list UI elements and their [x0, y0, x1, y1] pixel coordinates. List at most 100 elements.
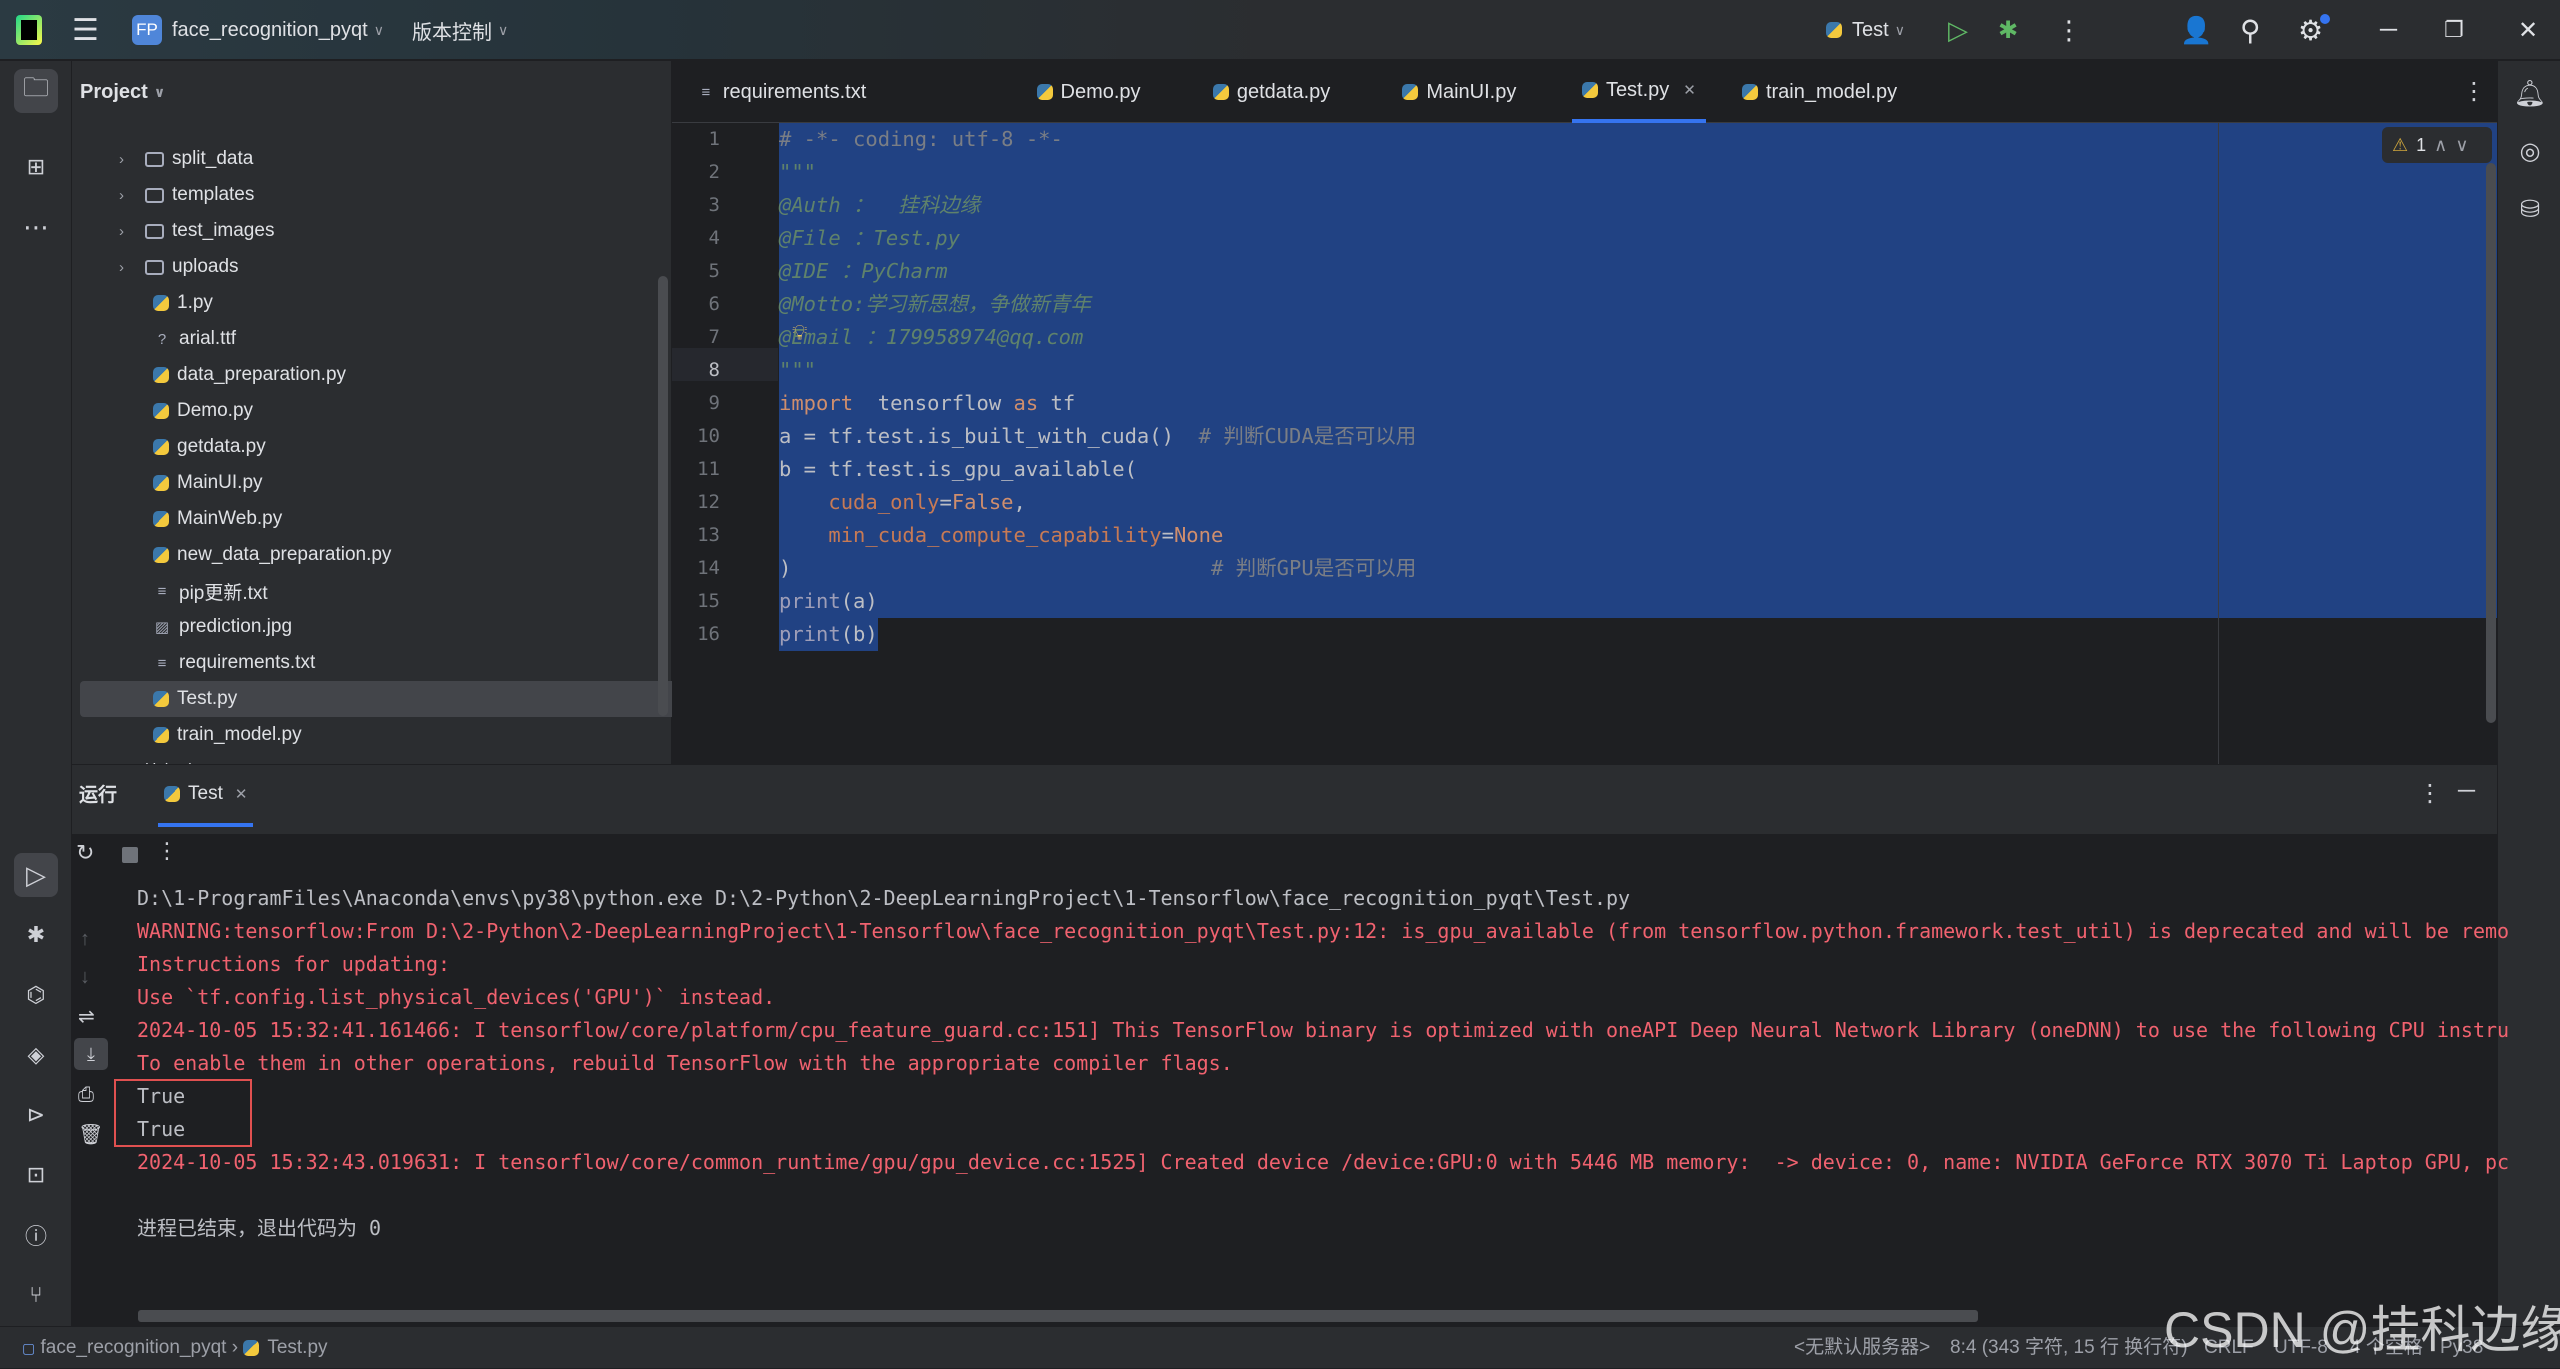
minimize-panel-icon[interactable]: ─: [2458, 777, 2475, 805]
minimize-button[interactable]: ─: [2380, 0, 2397, 60]
chevron-up-icon[interactable]: ∧: [2434, 135, 2447, 156]
terminal-icon[interactable]: ⊡: [14, 1153, 58, 1197]
arrow-up-icon[interactable]: ↑: [80, 928, 90, 951]
close-icon[interactable]: ✕: [235, 785, 248, 803]
inspection-widget[interactable]: ⚠ 1 ∧ ∨: [2382, 127, 2492, 163]
stop-icon[interactable]: [122, 847, 138, 863]
code-token: """: [779, 160, 817, 184]
tree-scrollbar[interactable]: [658, 276, 668, 716]
structure-icon[interactable]: ⊞: [14, 145, 58, 189]
server-status[interactable]: <无默认服务器>: [1794, 1327, 1930, 1369]
tree-item[interactable]: › templates: [80, 177, 725, 213]
tree-item-label: templates: [172, 184, 255, 205]
run-icon[interactable]: ▷: [14, 853, 58, 897]
layers-icon[interactable]: ◈: [14, 1033, 58, 1077]
tree-item-label: test_images: [172, 220, 275, 241]
folder-icon[interactable]: 🗀: [14, 69, 58, 113]
tabs-more-icon[interactable]: ⋮: [2462, 61, 2486, 123]
python-icon: [243, 1339, 260, 1356]
tree-item[interactable]: ? arial.ttf: [80, 321, 725, 357]
code-token: """: [779, 358, 817, 382]
code-token: cuda_only: [828, 490, 940, 514]
gear-icon[interactable]: ⚙: [2298, 0, 2330, 60]
add-user-icon[interactable]: 👤: [2180, 0, 2212, 60]
run-console[interactable]: ↻ ⋮ ↑ ↓ ⇌ ⤓ ⎙ 🗑︎ D:\1-ProgramFiles\Anaco…: [72, 834, 2509, 1326]
tab-requirements-txt[interactable]: ≡ requirements.txt: [687, 61, 876, 123]
editor-scrollbar[interactable]: [2486, 163, 2496, 723]
tree-item[interactable]: ≡ requirements.txt: [80, 645, 725, 681]
more-icon[interactable]: ⋯: [14, 205, 58, 249]
tab-demo-py[interactable]: Demo.py: [1027, 61, 1151, 123]
ai-assistant-icon[interactable]: ◎: [2508, 129, 2552, 173]
code-editor[interactable]: 1 # -*- coding: utf-8 -*- 2 """ 3 @Auth ： 挂科边…: [672, 123, 2497, 764]
database-icon[interactable]: ⛁: [2508, 187, 2552, 231]
arrow-down-icon[interactable]: ↓: [80, 966, 90, 989]
console-h-scrollbar[interactable]: [138, 1310, 1978, 1322]
close-button[interactable]: ✕: [2518, 0, 2538, 60]
tree-item-label: new_data_preparation.py: [177, 544, 392, 565]
git-icon[interactable]: ⑂: [14, 1273, 58, 1317]
tab-getdata-py[interactable]: getdata.py: [1203, 61, 1340, 123]
problems-icon[interactable]: ⓘ: [14, 1213, 58, 1257]
main-menu-icon[interactable]: ☰: [72, 0, 99, 60]
tree-item[interactable]: Test.py: [80, 681, 725, 717]
tree-item-label: MainWeb.py: [177, 508, 283, 529]
tab-train_model-py[interactable]: train_model.py: [1732, 61, 1907, 123]
more-icon[interactable]: ⋮: [2418, 779, 2442, 808]
chevron-right-icon[interactable]: ›: [119, 151, 145, 168]
tree-item[interactable]: › test_images: [80, 213, 725, 249]
print-icon[interactable]: ⎙: [78, 1084, 94, 1107]
tree-item[interactable]: data_preparation.py: [80, 357, 725, 393]
tree-item[interactable]: › split_data: [80, 141, 725, 177]
tab-mainui-py[interactable]: MainUI.py: [1392, 61, 1526, 123]
chevron-right-icon[interactable]: ›: [119, 223, 145, 240]
search-icon[interactable]: ⚲: [2240, 0, 2261, 60]
tree-item[interactable]: › uploads: [80, 249, 725, 285]
chevron-right-icon[interactable]: ›: [119, 187, 145, 204]
chevron-down-icon[interactable]: ∨: [2455, 135, 2468, 156]
chevron-right-icon[interactable]: ›: [119, 259, 145, 276]
tab-test-py[interactable]: Test.py ✕: [1571, 61, 1706, 123]
tree-item[interactable]: train_model.py: [80, 717, 725, 753]
python-icon: [153, 475, 169, 491]
tree-item[interactable]: ▨ prediction.jpg: [80, 609, 725, 645]
tree-item[interactable]: new_data_preparation.py: [80, 537, 725, 573]
code-token: min_cuda_compute_capability: [828, 523, 1162, 547]
run-button[interactable]: ▷: [1948, 0, 1968, 60]
tree-item[interactable]: ≡ pip更新.txt: [80, 573, 725, 609]
tree-item[interactable]: Demo.py: [80, 393, 725, 429]
csdn-watermark: CSDN @挂科边缘: [2164, 1302, 2560, 1358]
lightbulb-icon[interactable]: 💡︎: [792, 320, 807, 346]
rerun-icon[interactable]: ↻: [76, 840, 94, 866]
debug-bug-icon[interactable]: ✱: [1998, 0, 2018, 60]
code-line: @Auth ： 挂科边缘: [779, 189, 980, 222]
more-icon[interactable]: ⋮: [2056, 0, 2082, 60]
notifications-bell-icon[interactable]: 🔔︎: [2508, 71, 2552, 115]
console-line: 进程已结束，退出代码为 0: [137, 1216, 382, 1240]
breadcrumb[interactable]: ▢ face_recognition_pyqt › Test.py: [22, 1327, 328, 1369]
scroll-to-end-icon[interactable]: ⤓: [74, 1038, 108, 1070]
vcs-menu[interactable]: 版本控制 ∨: [412, 0, 508, 60]
run-config-selector[interactable]: Test ∨: [1826, 0, 1905, 60]
python-console-icon[interactable]: ⌬: [14, 973, 58, 1017]
tree-item[interactable]: getdata.py: [80, 429, 725, 465]
tree-item[interactable]: MainUI.py: [80, 465, 725, 501]
line-number: 9: [708, 392, 720, 414]
more-icon[interactable]: ⋮: [156, 838, 178, 864]
tree-item[interactable]: MainWeb.py: [80, 501, 725, 537]
run-tab-test[interactable]: Test ✕: [158, 765, 254, 827]
tab-label: getdata.py: [1236, 80, 1331, 103]
tab-label: Test.py: [1605, 78, 1670, 101]
code-line: print(b): [779, 618, 878, 651]
soft-wrap-icon[interactable]: ⇌: [78, 1004, 95, 1029]
debug-bug-icon[interactable]: ✱: [14, 913, 58, 957]
code-line: a = tf.test.is_built_with_cuda() # 判断CUD…: [779, 420, 1416, 453]
close-icon[interactable]: ✕: [1683, 81, 1696, 99]
project-panel-title[interactable]: Project ∨: [80, 61, 165, 123]
trash-icon[interactable]: 🗑︎: [78, 1122, 103, 1147]
caret-position[interactable]: 8:4 (343 字符, 15 行 换行符): [1950, 1327, 2188, 1369]
tree-item[interactable]: 1.py: [80, 285, 725, 321]
project-switcher[interactable]: FP face_recognition_pyqt ∨: [132, 0, 384, 60]
services-icon[interactable]: ⊳: [14, 1093, 58, 1137]
restore-button[interactable]: ❐: [2444, 0, 2464, 60]
